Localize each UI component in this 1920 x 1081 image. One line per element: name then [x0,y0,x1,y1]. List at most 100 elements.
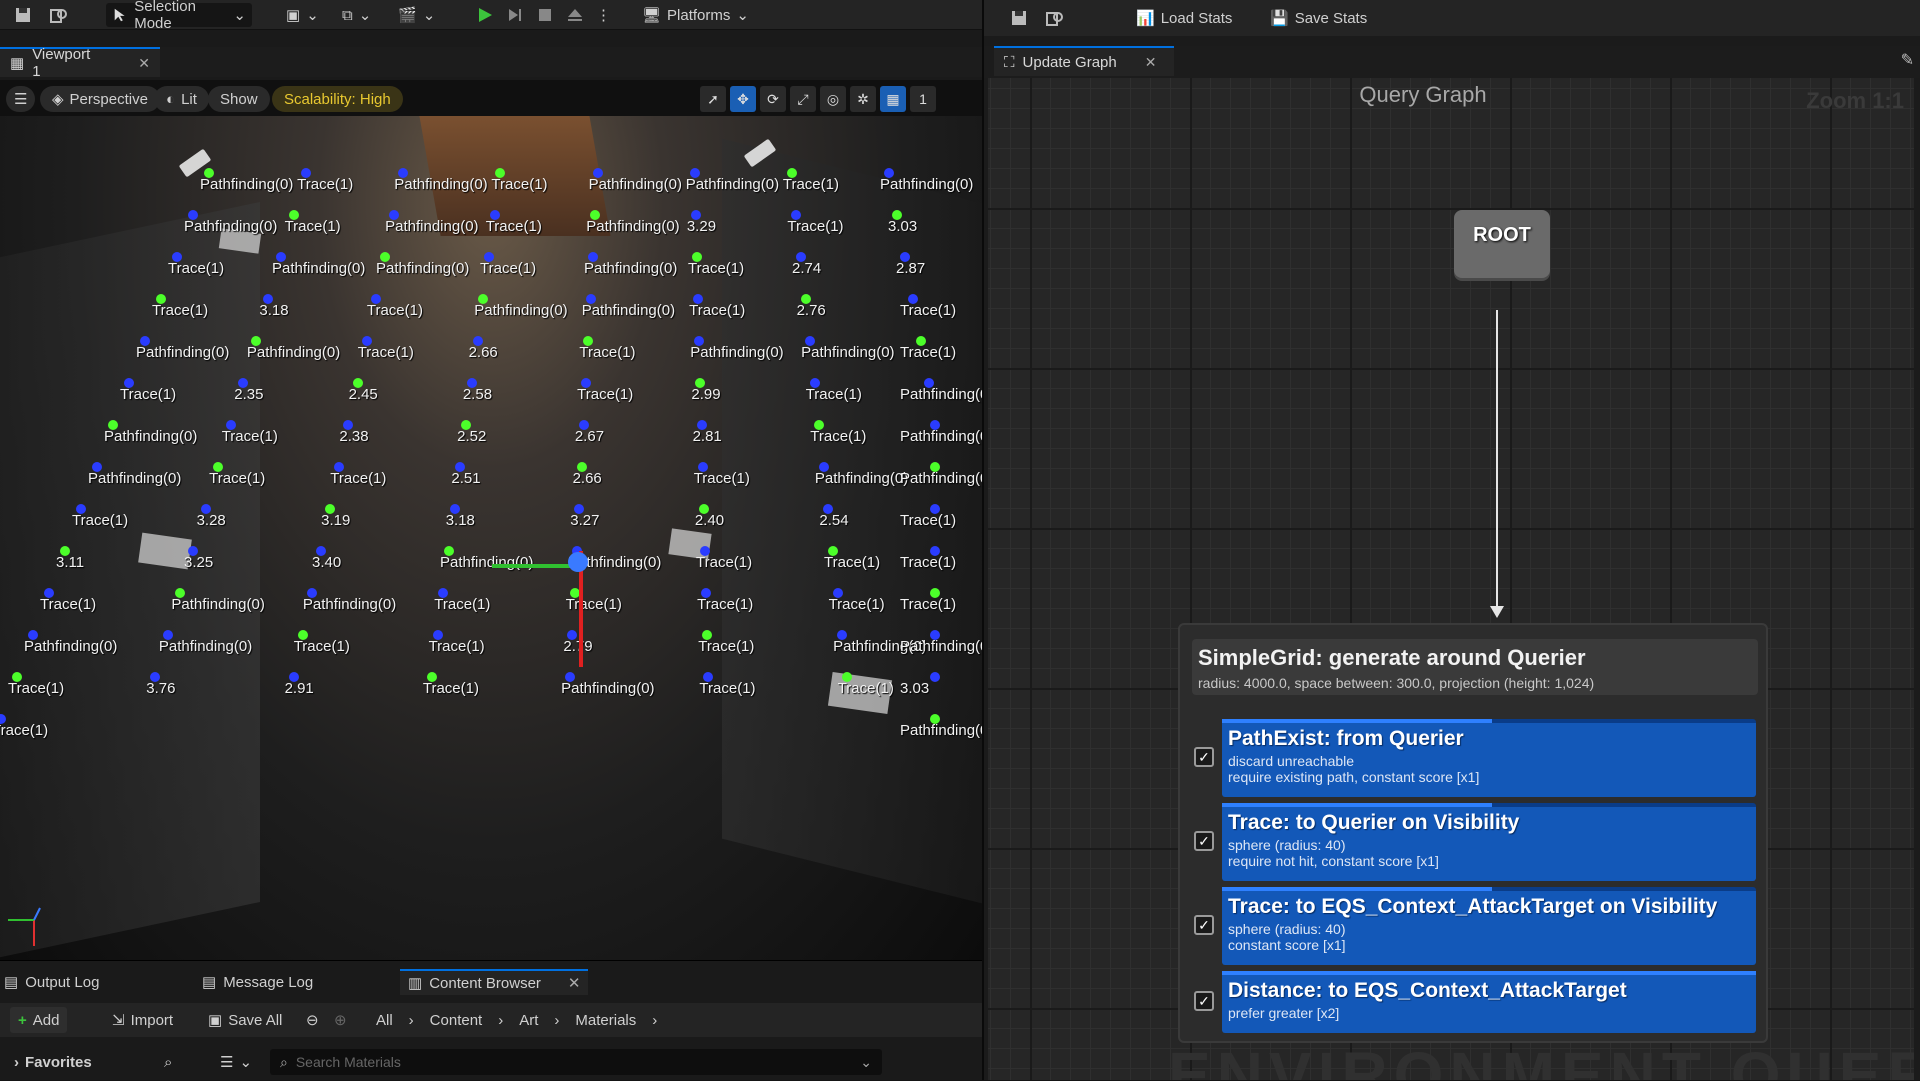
viewport-menu-button[interactable]: ☰ [6,86,36,112]
eqs-point [200,504,211,514]
test-card[interactable]: Distance: to EQS_Context_AttackTarget pr… [1222,971,1756,1033]
history-back-button[interactable]: ⊖ [298,1007,327,1033]
save-icon[interactable] [8,3,38,27]
add-actor-button[interactable]: ▣ ⌄ [280,3,325,27]
browse-icon[interactable] [1040,6,1070,30]
root-node[interactable]: ROOT [1454,210,1550,278]
perspective-button[interactable]: ◈ Perspective [40,86,160,112]
eqs-point [108,420,118,430]
eqs-point [432,630,443,640]
breadcrumb-all[interactable]: All [376,1012,393,1029]
scale-tool-icon[interactable]: ⤢ [790,86,816,112]
eqs-point [690,210,701,220]
browse-icon[interactable] [44,3,74,27]
test-enabled-checkbox[interactable]: ✓ [1194,747,1214,767]
query-graph-canvas[interactable]: Query Graph Zoom 1:1 ENVIRONMENT QUERY R… [988,78,1914,1080]
graph-title: Query Graph [1359,82,1487,107]
platforms-dropdown[interactable]: 🖥 Platforms ⌄ [636,3,755,27]
lit-button[interactable]: ◐ Lit [154,86,209,112]
viewport-icon: ▦ [10,55,25,72]
rotate-tool-icon[interactable]: ⟳ [760,86,786,112]
tab-message-log[interactable]: ▤ Message Log [202,969,313,995]
test-detail: constant score [x1] [1228,937,1346,953]
test-enabled-checkbox[interactable]: ✓ [1194,831,1214,851]
surface-snap-icon[interactable]: ✲ [850,86,876,112]
eqs-point-label: 3.19 [321,512,351,529]
generator-node[interactable]: SimpleGrid: generate around Querier radi… [1178,623,1768,1043]
translate-tool-icon[interactable]: ✥ [730,86,756,112]
select-tool-icon[interactable]: ➚ [700,86,726,112]
eqs-point [700,546,710,556]
selection-mode-dropdown[interactable]: Selection Mode ⌄ [106,0,252,32]
favorites-label: Favorites [25,1053,92,1071]
eqs-point-label: Pathfinding(0) [814,470,909,487]
advance-frame-button[interactable] [500,3,530,27]
log-icon: ▤ [4,974,19,991]
edit-icon[interactable]: ✎ [1901,50,1914,70]
cinematics-button[interactable]: 🎬 ⌄ [392,3,441,27]
test-card[interactable]: PathExist: from Querier discard unreacha… [1222,719,1756,797]
filter-dropdown[interactable]: ☰ ⌄ [212,1049,260,1075]
eqs-point [466,378,477,388]
eqs-point [689,168,700,178]
test-enabled-checkbox[interactable]: ✓ [1194,915,1214,935]
save-stats-label: Save Stats [1294,9,1368,27]
eqs-point-label: 2.81 [692,428,722,445]
save-icon[interactable] [1004,6,1034,30]
history-forward-button[interactable]: ⊕ [326,1007,355,1033]
play-button[interactable] [470,3,500,27]
world-space-icon[interactable]: ◎ [820,86,846,112]
graph-watermark: ENVIRONMENT QUERY [1168,1039,1914,1080]
chevron-right-icon: › [408,1011,414,1029]
zoom-level: Zoom 1:1 [1806,88,1904,113]
close-icon[interactable]: ✕ [1145,54,1157,71]
test-enabled-checkbox[interactable]: ✓ [1194,991,1214,1011]
show-button[interactable]: Show [208,86,270,112]
eqs-point-label: Trace(1) [293,638,350,655]
save-all-button[interactable]: ▣ Save All [200,1007,290,1033]
test-card[interactable]: Trace: to Querier on Visibility sphere (… [1222,803,1756,881]
favorites-search-icon[interactable]: ⌕ [156,1049,180,1075]
eqs-point [276,252,286,262]
favorites-toggle[interactable]: › Favorites [6,1049,100,1075]
breadcrumb-art[interactable]: Art [519,1012,538,1029]
chevron-down-icon: ⌄ [306,7,319,24]
eqs-point [930,588,940,598]
play-options-icon[interactable]: ⋮ [590,3,617,27]
test-weight-bar [1222,719,1492,723]
scalability-badge[interactable]: Scalability: High [272,86,403,112]
stop-button[interactable] [530,3,560,27]
load-stats-button[interactable]: 📊 Load Stats [1130,6,1238,30]
save-stats-button[interactable]: 💾 Save Stats [1264,6,1373,30]
eqs-point-label: 3.29 [686,218,717,235]
breadcrumb-materials[interactable]: Materials [575,1012,636,1029]
eqs-point-label: Trace(1) [491,176,548,193]
tab-update-graph[interactable]: ⛶ Update Graph ✕ [994,46,1174,76]
breadcrumb-content[interactable]: Content [430,1012,483,1029]
eqs-point [225,420,236,430]
viewport-toolbar: ☰ ◈ Perspective ◐ Lit Show Scalability: … [0,80,982,116]
close-icon[interactable]: ✕ [138,55,150,72]
grid-snap-icon[interactable]: ▦ [880,86,906,112]
eqs-point-label: Pathfinding(0) [900,470,982,487]
test-card[interactable]: Trace: to EQS_Context_AttackTarget on Vi… [1222,887,1756,965]
gizmo-center[interactable] [568,552,588,572]
test-weight-bar [1222,971,1756,975]
eqs-point-label: 3.18 [259,302,289,319]
tab-viewport-1[interactable]: ▦ Viewport 1 ✕ [0,46,160,80]
viewport-scene[interactable]: Pathfinding(0) Trace(1) Pathfinding(0) Trac… [0,116,982,960]
import-button[interactable]: ⇲ Import [104,1007,181,1033]
search-icon: ⌕ [280,1053,288,1070]
close-icon[interactable]: ✕ [568,974,581,992]
tab-content-browser[interactable]: ▥ Content Browser ✕ [400,969,589,995]
eject-button[interactable] [560,3,590,27]
tab-output-log[interactable]: ▤ Output Log [4,969,99,995]
eqs-point-label: Pathfinding(0) [900,386,982,403]
eqs-point-label: Trace(1) [693,470,750,487]
search-input[interactable]: ⌕ Search Materials ⌄ [270,1049,882,1075]
eqs-point-label: Pathfinding(0) [440,554,534,571]
blueprint-button[interactable]: ⧉ ⌄ [336,3,377,27]
camera-speed[interactable]: 1 [910,86,936,112]
eqs-point-label: 2.66 [468,344,498,361]
add-button[interactable]: + Add [10,1007,68,1033]
